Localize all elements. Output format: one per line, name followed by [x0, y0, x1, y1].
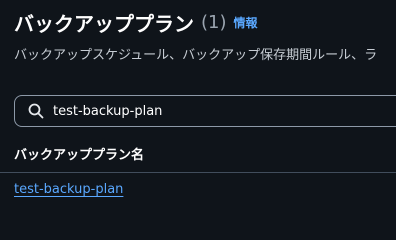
column-header-plan-name[interactable]: バックアッププラン名	[14, 144, 144, 163]
page-header: バックアッププラン (1) 情報	[14, 6, 258, 38]
info-link[interactable]: 情報	[234, 14, 258, 31]
item-count: (1)	[201, 11, 227, 33]
search-icon	[27, 102, 45, 120]
backup-plan-link[interactable]: test-backup-plan	[14, 182, 123, 197]
table-divider	[0, 172, 396, 173]
search-box[interactable]	[14, 95, 396, 127]
search-input[interactable]	[53, 103, 353, 119]
page-description: バックアップスケジュール、バックアップ保存期間ルール、ラ	[14, 48, 378, 63]
page-title: バックアッププラン	[14, 11, 194, 36]
